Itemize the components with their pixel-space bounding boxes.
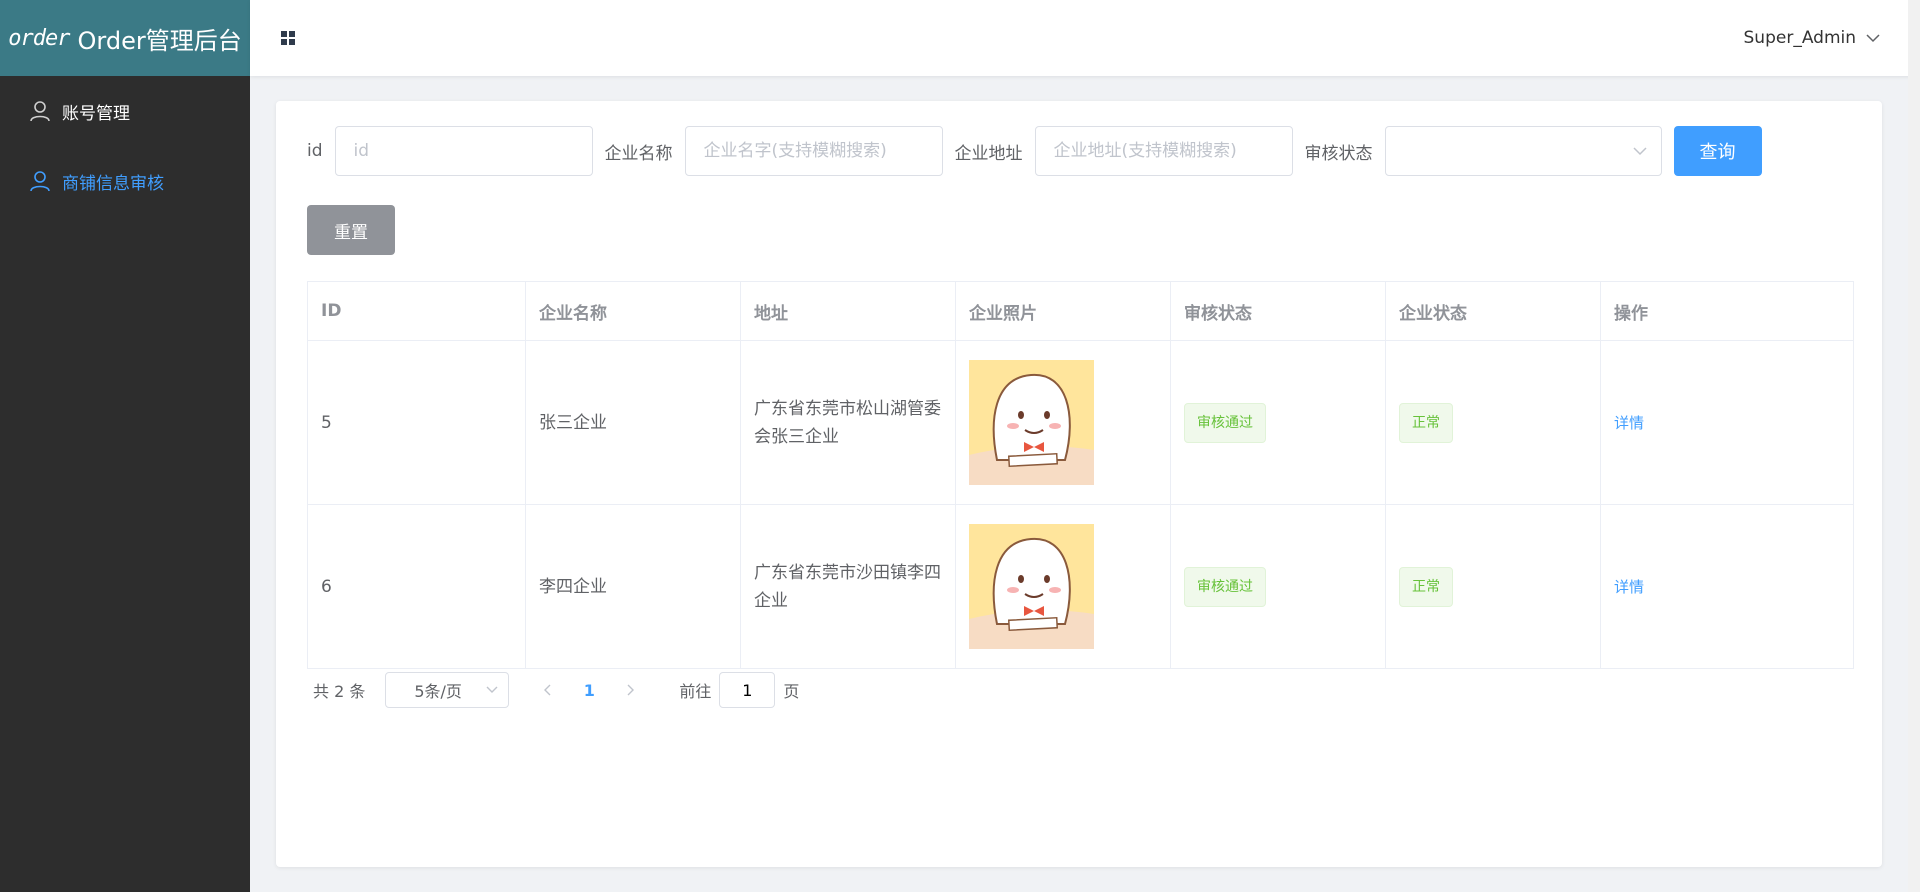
page-scrollbar[interactable]: [1908, 0, 1920, 892]
cell-action: 详情: [1600, 340, 1854, 505]
audit-status-badge: 审核通过: [1184, 566, 1266, 607]
cell-photo: [955, 504, 1171, 669]
shop-table: ID 企业名称 地址 企业照片 审核状态 企业状态 操作 5 张三企业 广东省东…: [307, 281, 1854, 669]
content-card: id 企业名称 企业地址 审核状态 查询 重置 ID 企业名称 地址 企业照片 …: [276, 101, 1882, 867]
brand-title: Order管理后台: [77, 26, 242, 55]
goto-page-input[interactable]: [719, 672, 776, 708]
column-header: 企业名称: [525, 281, 741, 341]
page-size-value: 5条/页: [414, 682, 462, 701]
sidebar-item-accounts[interactable]: 账号管理: [0, 76, 250, 146]
page-size-select[interactable]: 5条/页: [385, 672, 510, 708]
cell-company-status: 正常: [1385, 504, 1601, 669]
goto-prefix: 前往: [679, 682, 712, 701]
page-number[interactable]: 1: [565, 681, 613, 700]
cell-address: 广东省东莞市松山湖管委会张三企业: [740, 340, 956, 505]
table-row: 6 李四企业 广东省东莞市沙田镇李四企业 审核通过 正常 详情: [307, 504, 1854, 669]
cell-action: 详情: [1600, 504, 1854, 669]
top-header: Super_Admin: [250, 0, 1920, 76]
cell-photo: [955, 340, 1171, 505]
details-link[interactable]: 详情: [1614, 578, 1644, 596]
column-header: 企业状态: [1385, 281, 1601, 341]
user-icon: [30, 101, 50, 122]
chevron-right-icon: [627, 684, 635, 695]
user-menu[interactable]: Super_Admin: [1744, 28, 1880, 48]
audit-status-select[interactable]: [1384, 126, 1662, 176]
column-header: 地址: [740, 281, 956, 341]
cell-company-name: 张三企业: [525, 340, 741, 505]
cell-company-status: 正常: [1385, 340, 1601, 505]
cell-address: 广东省东莞市沙田镇李四企业: [740, 504, 956, 669]
chevron-down-icon: [486, 686, 498, 693]
company-photo[interactable]: [969, 524, 1094, 649]
company-address-input[interactable]: [1034, 126, 1293, 176]
sidebar-item-label: 商铺信息审核: [62, 173, 164, 194]
user-icon: [30, 171, 50, 192]
id-label: id: [307, 141, 323, 161]
query-button[interactable]: 查询: [1673, 126, 1762, 176]
cell-company-name: 李四企业: [525, 504, 741, 669]
company-photo[interactable]: [969, 360, 1094, 485]
goto-suffix: 页: [783, 682, 800, 701]
reset-button[interactable]: 重置: [307, 205, 395, 255]
brand: order Order管理后台: [0, 0, 250, 76]
table-header-row: ID 企业名称 地址 企业照片 审核状态 企业状态 操作: [307, 281, 1854, 341]
audit-status-badge: 审核通过: [1184, 402, 1266, 443]
company-address-label: 企业地址: [954, 143, 1023, 164]
pagination: 共 2 条 5条/页 1 前往 页: [313, 671, 799, 709]
grid-icon[interactable]: [280, 30, 296, 46]
company-name-label: 企业名称: [604, 143, 673, 164]
next-page-button[interactable]: [613, 681, 649, 700]
column-header: ID: [307, 281, 526, 341]
chevron-down-icon: [1632, 147, 1647, 156]
id-input[interactable]: [334, 126, 593, 176]
total-count: 共 2 条: [313, 682, 366, 701]
audit-status-label: 审核状态: [1304, 143, 1373, 164]
sidebar-item-label: 账号管理: [62, 103, 130, 124]
chevron-down-icon: [1866, 34, 1880, 43]
details-link[interactable]: 详情: [1614, 414, 1644, 432]
cell-id: 6: [307, 504, 526, 669]
prev-page-button[interactable]: [529, 681, 565, 700]
cell-audit-status: 审核通过: [1170, 504, 1386, 669]
sidebar-item-shop-review[interactable]: 商铺信息审核: [0, 146, 250, 216]
chevron-left-icon: [544, 684, 551, 695]
company-status-badge: 正常: [1399, 566, 1453, 607]
company-status-badge: 正常: [1399, 402, 1453, 443]
company-name-input[interactable]: [684, 126, 943, 176]
username: Super_Admin: [1743, 28, 1856, 48]
column-header: 企业照片: [955, 281, 1171, 341]
sidebar: order Order管理后台 账号管理 商铺信息审核: [0, 0, 250, 892]
brand-logo: order: [8, 25, 70, 51]
table-row: 5 张三企业 广东省东莞市松山湖管委会张三企业 审核通过 正常 详情: [307, 340, 1854, 505]
column-header: 操作: [1600, 281, 1854, 341]
filter-form: id 企业名称 企业地址 审核状态 查询: [307, 126, 1762, 176]
cell-audit-status: 审核通过: [1170, 340, 1386, 505]
cell-id: 5: [307, 340, 526, 505]
column-header: 审核状态: [1170, 281, 1386, 341]
